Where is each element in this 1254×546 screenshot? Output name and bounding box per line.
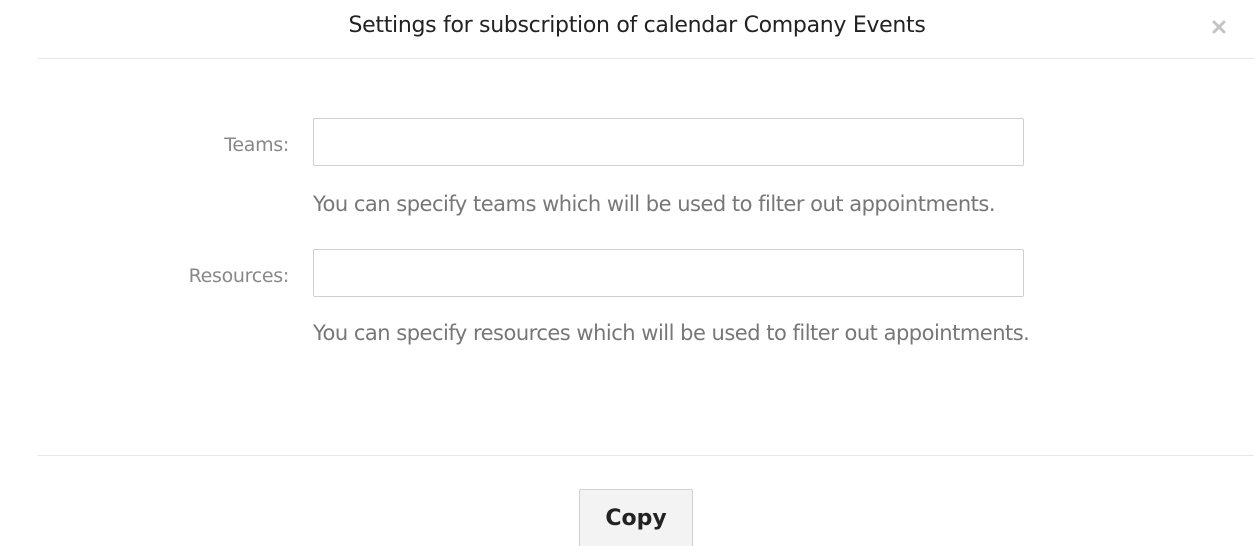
resources-hint: You can specify resources which will be … (313, 321, 1030, 345)
teams-input[interactable] (313, 118, 1024, 166)
resources-label: Resources: (188, 265, 290, 287)
close-icon (1208, 16, 1230, 38)
copy-button[interactable]: Copy (579, 489, 693, 546)
teams-label: Teams: (224, 134, 289, 156)
dialog-header: Settings for subscription of calendar Co… (0, 0, 1254, 58)
dialog-title: Settings for subscription of calendar Co… (348, 13, 926, 38)
dialog-footer: Copy (0, 456, 1254, 546)
subscription-settings-dialog: Settings for subscription of calendar Co… (0, 0, 1254, 546)
teams-hint: You can specify teams which will be used… (313, 192, 996, 216)
close-button[interactable] (1208, 16, 1230, 38)
resources-input[interactable] (313, 249, 1024, 297)
header-divider (38, 58, 1254, 59)
